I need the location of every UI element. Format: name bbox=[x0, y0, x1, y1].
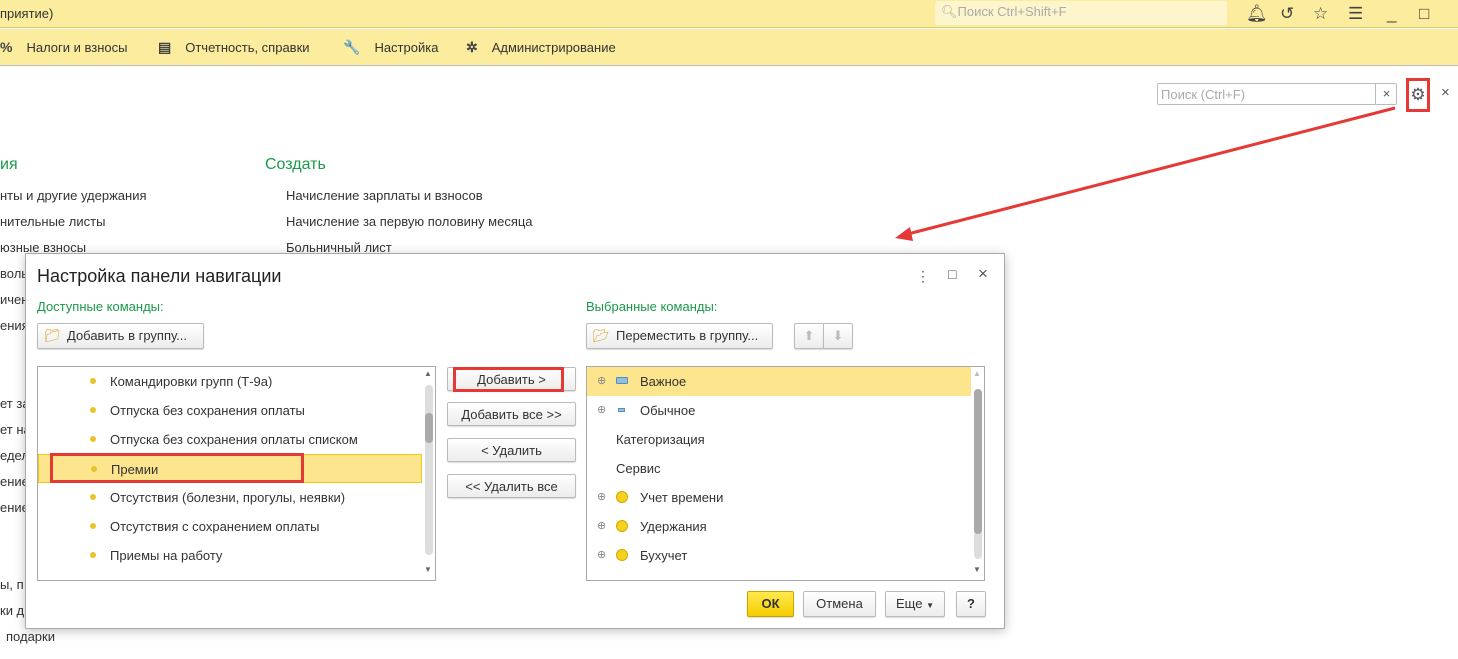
arrow-up-icon: ⬆ bbox=[803, 328, 815, 343]
available-label: Доступные команды: bbox=[37, 299, 164, 314]
list-item[interactable]: ⊕ Важное bbox=[587, 367, 971, 396]
add-to-group-button[interactable]: 📁︎ Добавить в группу... bbox=[37, 323, 204, 349]
item-dot-icon bbox=[90, 436, 96, 442]
move-folder-icon: 📂︎ bbox=[593, 328, 610, 343]
dialog-title: Настройка панели навигации bbox=[37, 266, 282, 286]
expand-icon[interactable]: ⊕ bbox=[597, 512, 606, 541]
form-search-input[interactable]: Поиск (Ctrl+F) bbox=[1157, 83, 1397, 105]
list-item[interactable]: ⊕ Удержания bbox=[587, 512, 984, 541]
nav-link[interactable]: воль bbox=[0, 266, 28, 281]
help-button[interactable]: ? bbox=[956, 591, 986, 617]
gear-icon: ✲ bbox=[466, 39, 478, 55]
list-item[interactable]: Приемы на работу bbox=[38, 541, 435, 570]
menu-item[interactable]: 🔧 Настройка bbox=[343, 39, 438, 56]
maximize-icon[interactable]: □ bbox=[948, 266, 956, 282]
more-button[interactable]: Еще ▼ bbox=[885, 591, 945, 617]
report-icon: ▤ bbox=[158, 39, 172, 55]
item-dot-icon bbox=[90, 407, 96, 413]
expand-icon[interactable]: ⊕ bbox=[597, 396, 606, 425]
normal-group-icon bbox=[618, 408, 625, 412]
group-dot-icon bbox=[616, 491, 628, 503]
item-dot-icon bbox=[90, 552, 96, 558]
ok-button[interactable]: ОК bbox=[747, 591, 794, 617]
remove-all-button[interactable]: << Удалить все bbox=[447, 474, 576, 498]
close-icon[interactable]: × bbox=[978, 264, 988, 284]
group-dot-icon bbox=[616, 549, 628, 561]
menu-item[interactable]: ✲ Администрирование bbox=[466, 39, 616, 56]
history-icon[interactable]: ↺ bbox=[1280, 4, 1294, 24]
item-dot-icon bbox=[90, 494, 96, 500]
expand-icon[interactable]: ⊕ bbox=[597, 483, 606, 512]
create-link[interactable]: Начисление за первую половину месяца bbox=[286, 214, 533, 229]
expand-icon[interactable]: ⊕ bbox=[597, 541, 606, 570]
nav-link[interactable]: ы, п bbox=[0, 577, 24, 592]
nav-link[interactable]: нты и другие удержания bbox=[0, 188, 147, 203]
create-link[interactable]: Начисление зарплаты и взносов bbox=[286, 188, 483, 203]
cancel-button[interactable]: Отмена bbox=[803, 591, 876, 617]
app-title: приятие) bbox=[0, 6, 54, 21]
list-item[interactable]: Отсутствия с сохранением оплаты bbox=[38, 512, 435, 541]
minimize-icon[interactable]: _ bbox=[1387, 4, 1396, 24]
expand-icon[interactable]: ⊕ bbox=[597, 367, 606, 396]
folder-icon: 📁︎ bbox=[44, 328, 61, 343]
remove-button[interactable]: < Удалить bbox=[447, 438, 576, 462]
list-item[interactable]: ⊕ Обычное bbox=[587, 396, 984, 425]
add-all-button[interactable]: Добавить все >> bbox=[447, 402, 576, 426]
settings-gear-icon[interactable]: ⚙ bbox=[1406, 78, 1430, 112]
arrow-down-icon: ⬇ bbox=[832, 328, 844, 343]
section-heading: ия bbox=[0, 156, 18, 173]
list-item[interactable]: Командировки групп (Т-9а) bbox=[38, 367, 435, 396]
scroll-up-icon[interactable]: ▲ bbox=[973, 369, 981, 378]
scroll-down-icon[interactable]: ▼ bbox=[973, 565, 981, 574]
search-icon: 🔍︎ bbox=[941, 4, 958, 19]
nav-link[interactable]: ки д bbox=[0, 603, 24, 618]
move-to-group-button[interactable]: 📂︎ Переместить в группу... bbox=[586, 323, 773, 349]
list-item[interactable]: Отсутствия (болезни, прогулы, неявки) bbox=[38, 483, 435, 512]
annotation-arrow bbox=[895, 106, 1396, 241]
chevron-down-icon: ▼ bbox=[926, 601, 934, 610]
create-heading: Создать bbox=[265, 156, 326, 173]
wrench-icon: 🔧 bbox=[343, 39, 361, 55]
highlight-box bbox=[50, 453, 304, 483]
scroll-up-icon[interactable]: ▲ bbox=[424, 369, 432, 378]
list-item[interactable]: Сервис bbox=[587, 454, 984, 483]
scroll-down-icon[interactable]: ▼ bbox=[424, 565, 432, 574]
nav-panel-settings-dialog: Настройка панели навигации ⋮ □ × Доступн… bbox=[25, 253, 1005, 629]
list-item[interactable]: ⊕ Бухучет bbox=[587, 541, 984, 570]
star-icon[interactable]: ☆ bbox=[1313, 4, 1328, 24]
close-icon[interactable]: × bbox=[1441, 84, 1450, 101]
item-dot-icon bbox=[90, 378, 96, 384]
percent-icon: % bbox=[0, 39, 13, 55]
global-search-input[interactable]: 🔍︎Поиск Ctrl+Shift+F bbox=[935, 1, 1227, 25]
section-menu: % Налоги и взносы ▤ Отчетность, справки 🔧 Нас… bbox=[0, 29, 1458, 66]
move-down-button[interactable]: ⬇ bbox=[823, 323, 853, 349]
highlight-box bbox=[453, 367, 564, 392]
list-item[interactable]: Отпуска без сохранения оплаты списком bbox=[38, 425, 435, 454]
nav-link[interactable]: нительные листы bbox=[0, 214, 105, 229]
more-options-icon[interactable]: ⋮ bbox=[916, 268, 930, 285]
important-group-icon bbox=[616, 377, 628, 384]
bell-icon[interactable]: 🔔︎ bbox=[1246, 4, 1268, 24]
scrollbar[interactable] bbox=[425, 385, 433, 555]
group-dot-icon bbox=[616, 520, 628, 532]
list-item[interactable]: Категоризация bbox=[587, 425, 984, 454]
clear-search-icon[interactable]: × bbox=[1375, 83, 1397, 105]
list-item[interactable]: ⊕ Учет времени bbox=[587, 483, 984, 512]
scrollbar[interactable] bbox=[974, 389, 982, 559]
menu-icon[interactable]: ☰ bbox=[1348, 4, 1363, 24]
menu-item[interactable]: ▤ Отчетность, справки bbox=[158, 39, 310, 56]
title-bar: приятие) 🔍︎Поиск Ctrl+Shift+F 🔔︎ ↺ ☆ ☰ _… bbox=[0, 0, 1458, 28]
maximize-icon[interactable]: □ bbox=[1419, 4, 1429, 24]
move-up-button[interactable]: ⬆ bbox=[794, 323, 824, 349]
list-item[interactable]: Отпуска без сохранения оплаты bbox=[38, 396, 435, 425]
selected-label: Выбранные команды: bbox=[586, 299, 718, 314]
item-dot-icon bbox=[90, 523, 96, 529]
nav-link[interactable]: подарки bbox=[6, 629, 55, 644]
selected-commands-list[interactable]: ⊕ Бухучет ⊕ Удержания ⊕ Учет времени Сервис Кат… bbox=[586, 366, 985, 581]
menu-item[interactable]: % Налоги и взносы bbox=[0, 39, 128, 55]
